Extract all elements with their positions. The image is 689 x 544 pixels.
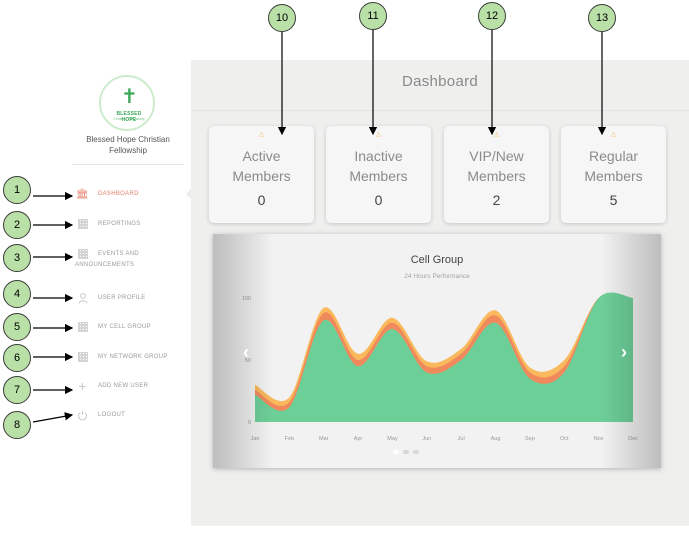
callout-badge: 11	[359, 2, 387, 30]
callout-badge: 8	[3, 411, 31, 439]
callout-badge: 7	[3, 376, 31, 404]
callout-badge: 2	[3, 211, 31, 239]
callout-badge: 4	[3, 280, 31, 308]
callout-badge: 12	[478, 2, 506, 30]
callout-badge: 5	[3, 313, 31, 341]
callout-badge: 13	[588, 4, 616, 32]
callout-badge: 1	[3, 176, 31, 204]
callout-badge: 3	[3, 244, 31, 272]
callout-arrows	[32, 30, 607, 423]
callout-badge: 6	[3, 344, 31, 372]
callout-badge: 10	[268, 4, 296, 32]
